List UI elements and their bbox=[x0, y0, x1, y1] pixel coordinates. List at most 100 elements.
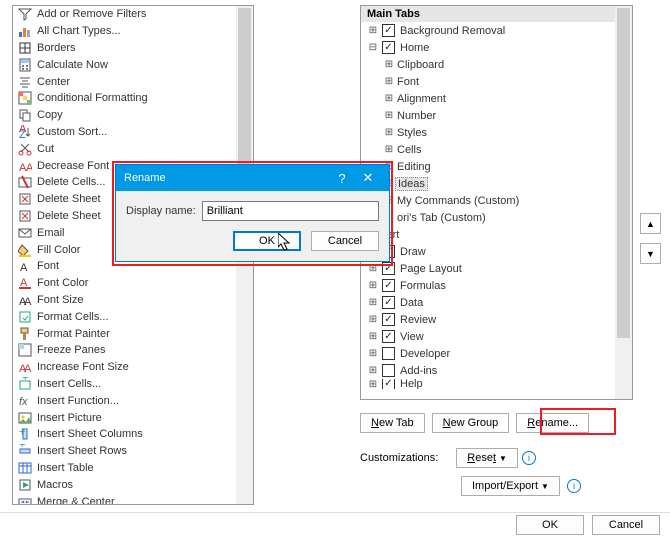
svg-text:A: A bbox=[24, 363, 32, 374]
command-label: Insert Picture bbox=[37, 412, 249, 424]
help-icon[interactable]: ? bbox=[329, 171, 355, 186]
tree-toggle-icon[interactable]: ⊟ bbox=[367, 42, 379, 53]
command-item[interactable]: Insert Picture bbox=[13, 409, 253, 426]
command-item[interactable]: +Insert Sheet Columns bbox=[13, 426, 253, 443]
tree-toggle-icon[interactable]: ⊞ bbox=[367, 348, 379, 359]
tree-toggle-icon[interactable]: ⊞ bbox=[367, 331, 379, 342]
dialog-titlebar[interactable]: Rename ? ✕ bbox=[116, 165, 389, 191]
command-item[interactable]: Cut bbox=[13, 140, 253, 157]
command-item[interactable]: Merge & Center▸ bbox=[13, 493, 253, 505]
command-item[interactable]: AAFont Size bbox=[13, 292, 253, 309]
display-name-input[interactable] bbox=[202, 201, 379, 221]
tree-item[interactable]: ⊞Styles bbox=[361, 124, 632, 141]
tree-toggle-icon[interactable]: ⊞ bbox=[367, 263, 379, 274]
tree-item[interactable]: ⊞✓Data bbox=[361, 294, 632, 311]
tree-item[interactable]: ⊞Add-ins bbox=[361, 362, 632, 379]
tree-item[interactable]: ⊞My Commands (Custom) bbox=[361, 192, 632, 209]
tree-toggle-icon[interactable]: ⊞ bbox=[383, 110, 395, 121]
command-label: Increase Font Size bbox=[37, 361, 249, 373]
tree-item[interactable]: ⊞Alignment bbox=[361, 90, 632, 107]
command-item[interactable]: +Insert Sheet Rows bbox=[13, 443, 253, 460]
tree-toggle-icon[interactable]: ⊞ bbox=[367, 25, 379, 36]
scrollbar-thumb[interactable] bbox=[617, 8, 630, 338]
tree-label: Styles bbox=[395, 127, 427, 139]
tree-toggle-icon[interactable]: ⊞ bbox=[383, 59, 395, 70]
command-item[interactable]: Freeze Panes▸ bbox=[13, 342, 253, 359]
command-item[interactable]: AAIncrease Font Size bbox=[13, 359, 253, 376]
rename-button[interactable]: Rename... bbox=[516, 413, 589, 433]
tree-title: Main Tabs bbox=[361, 6, 632, 22]
command-label: Freeze Panes bbox=[37, 344, 243, 356]
tree-toggle-icon[interactable]: ⊞ bbox=[383, 127, 395, 138]
main-cancel-button[interactable]: Cancel bbox=[592, 515, 660, 535]
dialog-ok-button[interactable]: OK bbox=[233, 231, 301, 251]
tree-item[interactable]: ⊞Cells bbox=[361, 141, 632, 158]
command-item[interactable]: Insert Table bbox=[13, 460, 253, 477]
tree-toggle-icon[interactable]: ⊞ bbox=[367, 280, 379, 291]
tree-item[interactable]: ⊞✓Background Removal bbox=[361, 22, 632, 39]
macros-icon bbox=[17, 477, 33, 493]
command-item[interactable]: Conditional Formatting▸ bbox=[13, 90, 253, 107]
tree-item[interactable]: ⊞Ideas bbox=[361, 175, 632, 192]
checkbox[interactable]: ✓ bbox=[382, 279, 395, 292]
reset-dropdown[interactable]: Reset▼ bbox=[456, 448, 518, 468]
checkbox[interactable]: ✓ bbox=[382, 24, 395, 37]
new-tab-button[interactable]: New Tab bbox=[360, 413, 425, 433]
checkbox[interactable]: ✓ bbox=[382, 262, 395, 275]
dialog-cancel-button[interactable]: Cancel bbox=[311, 231, 379, 251]
tree-toggle-icon[interactable]: ⊞ bbox=[367, 314, 379, 325]
tree-toggle-icon[interactable]: ⊞ bbox=[383, 76, 395, 87]
tree-item[interactable]: ⊞✓Formulas bbox=[361, 277, 632, 294]
tree-item[interactable]: ⊟✓Home bbox=[361, 39, 632, 56]
checkbox[interactable] bbox=[382, 347, 395, 360]
tree-toggle-icon[interactable]: ⊞ bbox=[367, 365, 379, 376]
cut-icon bbox=[17, 141, 33, 157]
move-down-button[interactable]: ▼ bbox=[640, 243, 661, 264]
command-item[interactable]: Add or Remove Filters bbox=[13, 6, 253, 23]
info-icon[interactable]: i bbox=[522, 451, 536, 465]
command-item[interactable]: All Chart Types... bbox=[13, 23, 253, 40]
tree-item[interactable]: ⊞✓View bbox=[361, 328, 632, 345]
command-item[interactable]: Format Cells... bbox=[13, 308, 253, 325]
command-item[interactable]: +Insert Cells... bbox=[13, 376, 253, 393]
info-icon[interactable]: i bbox=[567, 479, 581, 493]
command-item[interactable]: Borders▸ bbox=[13, 40, 253, 57]
new-group-button[interactable]: New Group bbox=[432, 413, 510, 433]
tree-item[interactable]: ⊞✓Review bbox=[361, 311, 632, 328]
tree-item[interactable]: ⊞Developer bbox=[361, 345, 632, 362]
command-item[interactable]: Macros▸ bbox=[13, 476, 253, 493]
tree-item[interactable]: ⊞✓Help bbox=[361, 379, 632, 389]
tree-toggle-icon[interactable]: ⊞ bbox=[367, 297, 379, 308]
command-item[interactable]: AZCustom Sort... bbox=[13, 124, 253, 141]
tree-item[interactable]: ⊞Clipboard bbox=[361, 56, 632, 73]
tree-toggle-icon[interactable]: ⊞ bbox=[367, 379, 379, 389]
tree-toggle-icon[interactable]: ⊞ bbox=[383, 144, 395, 155]
close-icon[interactable]: ✕ bbox=[355, 170, 381, 186]
main-tabs-tree[interactable]: Main Tabs ⊞✓Background Removal⊟✓Home⊞Cli… bbox=[360, 5, 633, 400]
tree-item[interactable]: ⊞Font bbox=[361, 73, 632, 90]
checkbox[interactable]: ✓ bbox=[382, 379, 395, 389]
main-ok-button[interactable]: OK bbox=[516, 515, 584, 535]
move-up-button[interactable]: ▲ bbox=[640, 213, 661, 234]
tree-item[interactable]: sert bbox=[361, 226, 632, 243]
tree-toggle-icon[interactable]: ⊞ bbox=[383, 93, 395, 104]
tree-item[interactable]: ⊞✓Draw bbox=[361, 243, 632, 260]
command-item[interactable]: Center bbox=[13, 73, 253, 90]
checkbox[interactable]: ✓ bbox=[382, 296, 395, 309]
tree-item[interactable]: ⊞✓Page Layout bbox=[361, 260, 632, 277]
tree-item[interactable]: ⊞Editing bbox=[361, 158, 632, 175]
checkbox[interactable]: ✓ bbox=[382, 313, 395, 326]
right-scrollbar[interactable] bbox=[615, 6, 632, 399]
checkbox[interactable]: ✓ bbox=[382, 41, 395, 54]
checkbox[interactable] bbox=[382, 364, 395, 377]
command-item[interactable]: Copy bbox=[13, 107, 253, 124]
command-item[interactable]: Calculate Now bbox=[13, 56, 253, 73]
command-item[interactable]: AFont Color bbox=[13, 275, 253, 292]
tree-item[interactable]: ori's Tab (Custom) bbox=[361, 209, 632, 226]
tree-item[interactable]: ⊞Number bbox=[361, 107, 632, 124]
command-item[interactable]: Format Painter bbox=[13, 325, 253, 342]
command-item[interactable]: fxInsert Function... bbox=[13, 392, 253, 409]
checkbox[interactable]: ✓ bbox=[382, 330, 395, 343]
import-export-dropdown[interactable]: Import/Export▼ bbox=[461, 476, 560, 496]
command-label: Insert Function... bbox=[37, 395, 249, 407]
